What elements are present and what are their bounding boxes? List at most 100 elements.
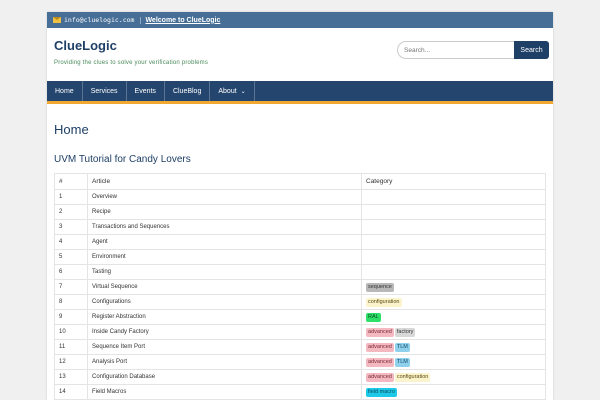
column-header-number: #	[54, 173, 88, 190]
main-nav: Home Services Events ClueBlog About ⌄	[47, 81, 553, 104]
row-number: 4	[54, 234, 88, 250]
category-cell: advanced TLM	[361, 339, 546, 355]
welcome-link[interactable]: Welcome to ClueLogic	[140, 16, 224, 24]
category-cell: configuration	[361, 294, 546, 310]
search-button[interactable]: Search	[514, 41, 549, 59]
category-tag[interactable]: advanced	[366, 327, 394, 337]
category-cell	[361, 234, 546, 250]
row-number: 6	[54, 264, 88, 280]
table-body: 1 Overview 2 Recipe 3 Transactions and Sequen…	[54, 189, 546, 400]
category-cell: sequence	[361, 279, 546, 295]
nav-item-events[interactable]: Events	[127, 81, 165, 101]
nav-label: Events	[134, 87, 156, 95]
nav-item-home[interactable]: Home	[47, 81, 83, 101]
search-input[interactable]	[397, 41, 514, 59]
row-number: 13	[54, 369, 88, 385]
row-number: 10	[54, 324, 88, 340]
nav-label: About	[218, 87, 237, 95]
article-link[interactable]: Agent	[87, 234, 362, 250]
page-title: Home	[54, 122, 89, 137]
site-tagline: Providing the clues to solve your verifi…	[54, 60, 209, 66]
table-row: 1 Overview	[54, 189, 546, 205]
category-cell	[361, 249, 546, 265]
category-tag[interactable]: TLM	[394, 342, 410, 352]
table-row: 5 Environment	[54, 249, 546, 265]
row-number: 1	[54, 189, 88, 205]
email-link[interactable]: info@cluelogic.com	[53, 16, 134, 24]
column-header-article: Article	[87, 173, 362, 190]
table-row: 2 Recipe	[54, 204, 546, 220]
table-row: 11 Sequence Item Port advanced TLM	[54, 339, 546, 355]
row-number: 5	[54, 249, 88, 265]
article-link[interactable]: Inside Candy Factory	[87, 324, 362, 340]
article-link[interactable]: Recipe	[87, 204, 362, 220]
article-link[interactable]: Environment	[87, 249, 362, 265]
article-link[interactable]: Configuration Database	[87, 369, 362, 385]
category-cell	[361, 264, 546, 280]
row-number: 12	[54, 354, 88, 370]
category-cell	[361, 219, 546, 235]
top-bar: info@cluelogic.com Welcome to ClueLogic	[47, 12, 553, 28]
table-header-row: # Article Category	[54, 173, 546, 190]
category-tag[interactable]: advanced	[366, 357, 394, 367]
row-number: 11	[54, 339, 88, 355]
row-number: 3	[54, 219, 88, 235]
table-row: 14 Field Macros field macro	[54, 384, 546, 400]
section-title: UVM Tutorial for Candy Lovers	[54, 154, 191, 165]
article-link[interactable]: Field Macros	[87, 384, 362, 400]
nav-label: ClueBlog	[172, 87, 202, 95]
category-tag[interactable]: configuration	[394, 372, 431, 382]
article-link[interactable]: Overview	[87, 189, 362, 205]
category-cell	[361, 189, 546, 205]
article-link[interactable]: Sequence Item Port	[87, 339, 362, 355]
column-header-category: Category	[361, 173, 546, 190]
category-cell: advanced configuration	[361, 369, 546, 385]
table-row: 4 Agent	[54, 234, 546, 250]
row-number: 8	[54, 294, 88, 310]
nav-label: Services	[90, 87, 118, 95]
nav-label: Home	[55, 87, 74, 95]
category-cell: advanced TLM	[361, 354, 546, 370]
category-tag[interactable]: RAL	[366, 312, 381, 322]
article-link[interactable]: Transactions and Sequences	[87, 219, 362, 235]
row-number: 9	[54, 309, 88, 325]
site-header: ClueLogic Providing the clues to solve y…	[47, 28, 553, 81]
envelope-icon	[53, 17, 61, 23]
nav-item-about[interactable]: About ⌄	[210, 81, 255, 101]
table-row: 3 Transactions and Sequences	[54, 219, 546, 235]
row-number: 14	[54, 384, 88, 400]
category-tag[interactable]: advanced	[366, 372, 394, 382]
site-title[interactable]: ClueLogic	[54, 38, 117, 53]
article-link[interactable]: Configurations	[87, 294, 362, 310]
table-row: 13 Configuration Database advanced configur…	[54, 369, 546, 385]
category-tag[interactable]: TLM	[394, 357, 410, 367]
category-cell: RAL	[361, 309, 546, 325]
page-wrapper: info@cluelogic.com Welcome to ClueLogic …	[47, 12, 553, 400]
email-text: info@cluelogic.com	[64, 16, 135, 24]
nav-item-services[interactable]: Services	[83, 81, 127, 101]
category-tag[interactable]: factory	[394, 327, 416, 337]
chevron-down-icon: ⌄	[240, 88, 246, 95]
category-tag[interactable]: advanced	[366, 342, 394, 352]
table-row: 10 Inside Candy Factory advanced factory	[54, 324, 546, 340]
category-tag[interactable]: configuration	[366, 297, 402, 307]
category-cell	[361, 204, 546, 220]
article-link[interactable]: Analysis Port	[87, 354, 362, 370]
article-link[interactable]: Virtual Sequence	[87, 279, 362, 295]
table-row: 6 Tasting	[54, 264, 546, 280]
nav-item-clueblog[interactable]: ClueBlog	[165, 81, 211, 101]
search-form: Search	[397, 41, 549, 59]
table-row: 12 Analysis Port advanced TLM	[54, 354, 546, 370]
article-link[interactable]: Tasting	[87, 264, 362, 280]
table-row: 9 Register Abstraction RAL	[54, 309, 546, 325]
table-row: 8 Configurations configuration	[54, 294, 546, 310]
category-tag[interactable]: field macro	[366, 387, 397, 397]
row-number: 7	[54, 279, 88, 295]
article-link[interactable]: Register Abstraction	[87, 309, 362, 325]
main-content: Home UVM Tutorial for Candy Lovers # Art…	[47, 122, 553, 400]
category-cell: field macro	[361, 384, 546, 400]
category-cell: advanced factory	[361, 324, 546, 340]
row-number: 2	[54, 204, 88, 220]
category-tag[interactable]: sequence	[366, 282, 394, 292]
article-table: # Article Category 1 Overview 2 Recipe 3 Tran…	[54, 173, 546, 400]
